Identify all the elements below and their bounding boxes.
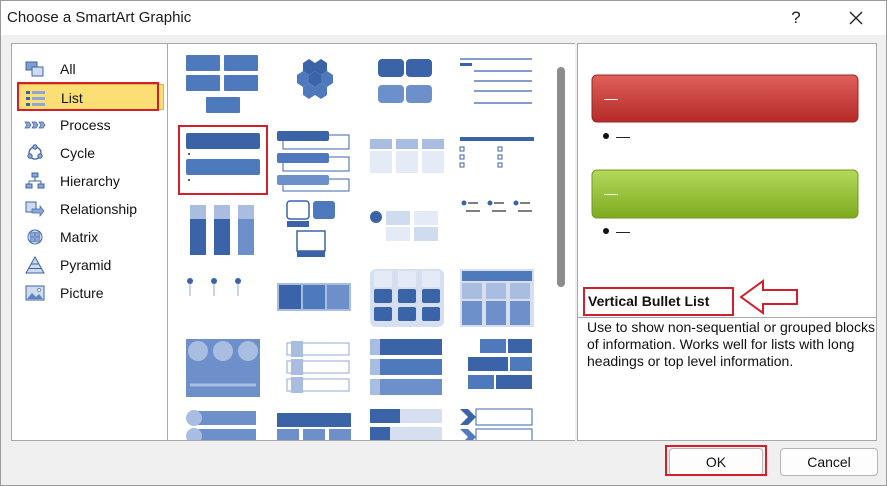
dialog-title: Choose a SmartArt Graphic (7, 9, 192, 26)
layout-description: Use to show non-sequential or grouped bl… (587, 319, 875, 369)
preview-bullet-2-text: — (616, 223, 630, 239)
close-icon (849, 11, 863, 25)
selected-layout-highlight-box (178, 125, 268, 195)
category-hierarchy[interactable]: Hierarchy (18, 168, 164, 194)
category-label: Relationship (60, 201, 138, 217)
layout-thumb-staggered-list[interactable] (456, 335, 538, 401)
category-relationship[interactable]: Relationship (18, 196, 164, 222)
layout-thumb-stacked-list[interactable] (182, 195, 264, 261)
ok-highlight-box (665, 445, 767, 476)
help-button[interactable]: ? (781, 5, 811, 31)
picture-icon (25, 285, 45, 301)
category-label: Picture (60, 285, 104, 301)
preview-graphic (591, 74, 859, 234)
title-bar: Choose a SmartArt Graphic ? (1, 1, 886, 35)
layout-thumb-basic-block-list[interactable] (182, 51, 264, 117)
relationship-icon (25, 201, 45, 217)
category-label: Hierarchy (60, 173, 120, 189)
layout-thumb-horizontal-segments[interactable] (273, 265, 355, 331)
layout-thumb-picture-caption-list[interactable] (273, 195, 355, 261)
layout-preview: — — — — (577, 43, 877, 317)
cancel-button[interactable]: Cancel (780, 448, 878, 476)
layout-thumb-vertical-box-list[interactable] (273, 129, 355, 195)
layout-thumb-tab-list[interactable] (273, 335, 355, 401)
smartart-dialog: Choose a SmartArt Graphic ? All List Pro… (0, 0, 887, 486)
preview-bullet-1 (603, 133, 609, 139)
preview-heading-1-text: — (604, 90, 618, 106)
gallery-scroll-thumb[interactable] (557, 67, 565, 287)
layout-name-highlight-box (583, 287, 734, 316)
preview-bullet-1-text: — (616, 128, 630, 144)
layout-thumb-alternating-blocks[interactable] (366, 51, 448, 117)
category-all[interactable]: All (18, 56, 164, 82)
category-picture[interactable]: Picture (18, 280, 164, 306)
hierarchy-icon (25, 172, 45, 189)
layout-thumb-horizontal-bullet-list[interactable] (366, 129, 448, 195)
category-label: Process (60, 117, 111, 133)
category-cycle[interactable]: Cycle (18, 140, 164, 166)
layout-thumb-square-accent-list[interactable] (456, 129, 538, 195)
category-matrix[interactable]: Matrix (18, 224, 164, 250)
preview-shape-heading-2 (591, 169, 859, 219)
layout-thumb-pins[interactable] (182, 265, 264, 331)
all-icon (25, 61, 44, 77)
category-pyramid[interactable]: Pyramid (18, 252, 164, 278)
category-label: All (60, 61, 76, 77)
category-process[interactable]: Process (18, 112, 164, 138)
layout-thumb-picture-accent-blocks[interactable] (182, 335, 264, 401)
layout-thumb-grouped-list[interactable] (456, 265, 538, 331)
layout-thumb-bar-list[interactable] (366, 335, 448, 401)
layout-thumb-table-list[interactable] (366, 265, 448, 331)
preview-bullet-2 (603, 228, 609, 234)
process-icon (24, 121, 46, 129)
category-label: Cycle (60, 145, 96, 161)
layout-thumb-descending-list[interactable] (366, 405, 448, 440)
matrix-icon (27, 229, 43, 245)
layout-thumb-circle-accent-list[interactable] (366, 195, 448, 261)
list-highlight-box (17, 82, 159, 111)
annotation-arrow-icon (739, 279, 798, 315)
cycle-icon (27, 144, 43, 160)
preview-shape-heading-1 (591, 74, 859, 123)
close-button[interactable] (839, 5, 873, 31)
layout-thumb-lined-list[interactable] (456, 51, 538, 117)
category-label: Pyramid (60, 257, 112, 273)
category-label: Matrix (60, 229, 99, 245)
layout-thumb-bullet-dots[interactable] (456, 195, 538, 261)
layout-thumb-chevron-list[interactable] (456, 405, 538, 440)
layout-thumb-hexagon[interactable] (273, 51, 355, 117)
layout-thumb-header-list[interactable] (273, 405, 355, 440)
pyramid-icon (25, 256, 45, 274)
preview-heading-2-text: — (604, 185, 618, 201)
layout-thumb-circle-bar-list[interactable] (182, 405, 264, 440)
